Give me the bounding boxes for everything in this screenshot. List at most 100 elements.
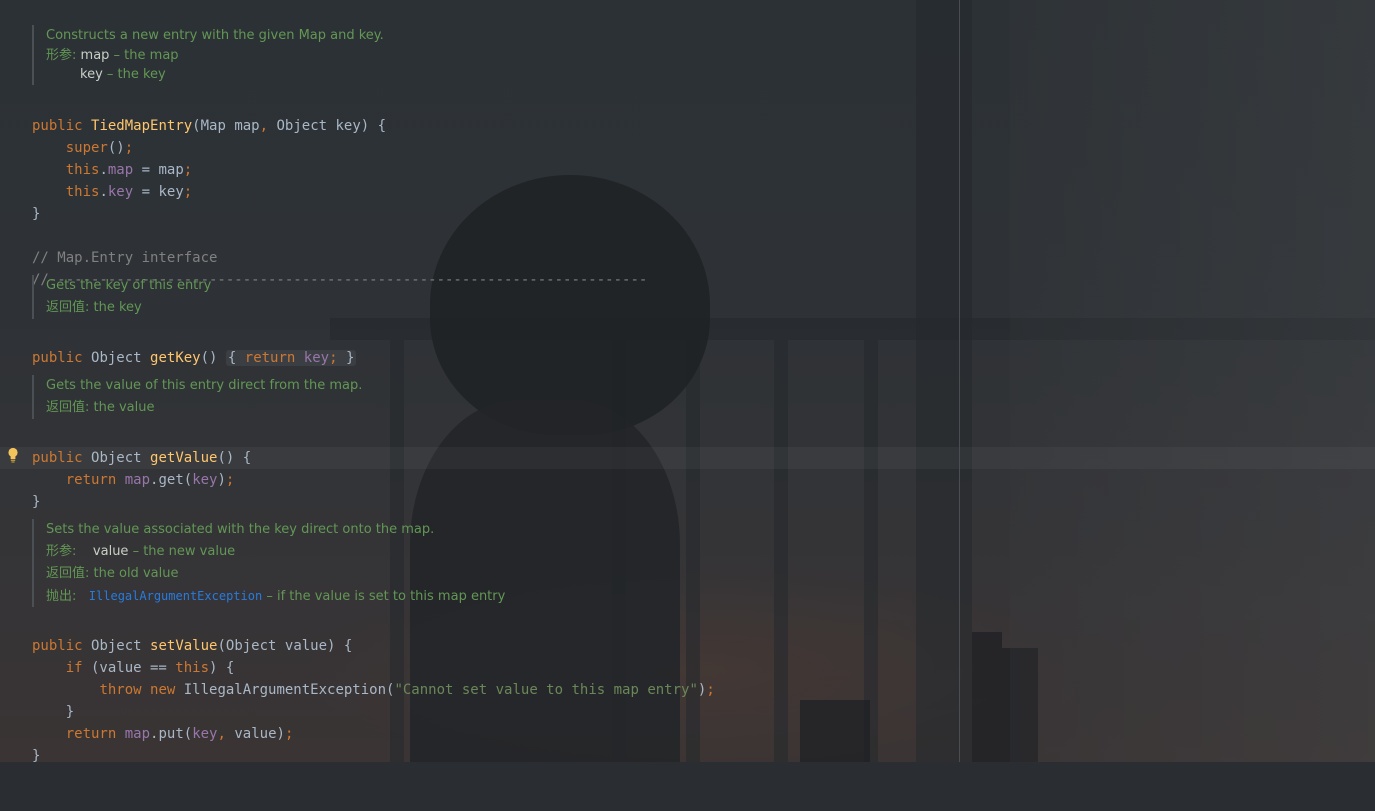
code-token: map: [124, 472, 151, 488]
code-token: public: [32, 118, 92, 134]
doc-param-desc: – the map: [109, 48, 179, 63]
code-token: ;: [706, 682, 715, 698]
code-line[interactable]: this.key = key;: [32, 181, 386, 203]
doc-params-tag: 形参:: [46, 48, 77, 63]
code-token: (Map map: [192, 118, 260, 134]
code-token: this: [65, 184, 100, 200]
code-token: () {: [217, 450, 252, 466]
doc-summary: Constructs a new entry with the given Ma…: [46, 28, 384, 43]
code-token: public: [32, 350, 92, 366]
code-token: (value ==: [82, 660, 176, 676]
code-line[interactable]: }: [32, 491, 251, 513]
code-token: ,: [217, 726, 226, 742]
code-token: }: [32, 494, 41, 510]
code-token: ;: [183, 162, 193, 178]
code-token: = map: [133, 162, 184, 178]
code-token: ;: [183, 184, 193, 200]
code-line[interactable]: }: [32, 701, 715, 723]
code-line[interactable]: public Object getKey() { return key; }: [32, 347, 357, 369]
code-line[interactable]: return map.put(key, value);: [32, 723, 715, 745]
doc-param-desc: – the key: [102, 67, 166, 82]
folded-body[interactable]: { return key; }: [225, 350, 357, 366]
code-token: ;: [225, 472, 235, 488]
code-token: (): [107, 140, 125, 156]
doc-param-name: map: [80, 48, 110, 63]
doc-return-tag: 返回值:: [46, 566, 90, 581]
code-token: Object: [91, 638, 151, 654]
code-editor[interactable]: Constructs a new entry with the given Ma…: [0, 0, 959, 764]
doc-summary: Sets the value associated with the key d…: [46, 522, 435, 537]
code-line[interactable]: this.map = map;: [32, 159, 386, 181]
code-line[interactable]: return map.get(key);: [32, 469, 251, 491]
code-token: }: [337, 350, 355, 366]
code-line[interactable]: throw new IllegalArgumentException("Cann…: [32, 679, 715, 701]
code-token: {: [227, 350, 245, 366]
code-token: .get(: [150, 472, 193, 488]
code-token: .: [99, 162, 108, 178]
doc-throws-tag: 抛出:: [46, 589, 77, 604]
code-token: (): [200, 350, 226, 366]
lightbulb-icon[interactable]: [7, 447, 19, 463]
method-name: TiedMapEntry: [91, 118, 193, 134]
code-token: return: [65, 726, 125, 742]
doc-exception-link[interactable]: IllegalArgumentException: [89, 589, 262, 603]
code-token: ): [217, 472, 226, 488]
code-line[interactable]: public Object getValue() {: [32, 447, 251, 469]
doc-param-name: value: [92, 544, 129, 559]
code-line[interactable]: super();: [32, 137, 386, 159]
code-token: = key: [133, 184, 184, 200]
code-token: Object: [91, 350, 151, 366]
code-token: map: [124, 726, 151, 742]
code-token: value): [225, 726, 285, 742]
code-line[interactable]: }: [32, 745, 715, 767]
code-line[interactable]: public Object setValue(Object value) {: [32, 635, 715, 657]
doc-param-name: key: [80, 67, 103, 82]
javadoc-getkey: Gets the key of this entry 返回值: the key: [32, 275, 211, 319]
right-margin-guide: [959, 0, 960, 762]
code-token: key: [107, 184, 134, 200]
code-token: Object: [91, 450, 151, 466]
doc-summary: Gets the key of this entry: [46, 278, 212, 293]
code-token: .: [99, 184, 108, 200]
code-token: key: [192, 472, 218, 488]
method-name: getKey: [150, 350, 201, 366]
code-token: map: [107, 162, 134, 178]
doc-params-tag: 形参:: [46, 544, 77, 559]
code-token: .put(: [150, 726, 193, 742]
javadoc-getvalue: Gets the value of this entry direct from…: [32, 375, 362, 419]
javadoc-constructor: Constructs a new entry with the given Ma…: [32, 25, 384, 85]
code-token: public: [32, 638, 92, 654]
code-line[interactable]: if (value == this) {: [32, 657, 715, 679]
code-token: (Object value) {: [217, 638, 353, 654]
method-name: setValue: [150, 638, 218, 654]
code-token: return: [244, 350, 304, 366]
doc-return-tag: 返回值:: [46, 400, 90, 415]
code-token: ;: [124, 140, 134, 156]
code-token: ,: [259, 118, 269, 134]
code-token: key: [303, 350, 330, 366]
code-token: ;: [284, 726, 294, 742]
javadoc-setvalue: Sets the value associated with the key d…: [32, 519, 505, 607]
doc-return-desc: the value: [89, 400, 155, 415]
doc-summary: Gets the value of this entry direct from…: [46, 378, 363, 393]
code-token: key: [192, 726, 218, 742]
code-token: return: [65, 472, 125, 488]
code-token: Object key) {: [268, 118, 387, 134]
code-token: }: [65, 704, 75, 720]
doc-throws-desc: – if the value is set to this map entry: [262, 589, 506, 604]
code-token: this: [175, 660, 210, 676]
code-token: }: [32, 206, 41, 222]
code-token: super: [65, 140, 108, 156]
doc-return-desc: the old value: [89, 566, 179, 581]
code-line[interactable]: public TiedMapEntry(Map map, Object key)…: [32, 115, 386, 137]
doc-param-desc: – the new value: [128, 544, 236, 559]
code-token: this: [65, 162, 100, 178]
setvalue-code[interactable]: public Object setValue(Object value) { i…: [32, 613, 715, 811]
code-token: new: [150, 682, 184, 698]
code-line[interactable]: }: [32, 203, 386, 225]
method-name: getValue: [150, 450, 218, 466]
comment-line[interactable]: // Map.Entry interface: [32, 247, 647, 269]
code-token: if: [65, 660, 83, 676]
code-token: public: [32, 450, 92, 466]
code-token: throw: [99, 682, 151, 698]
